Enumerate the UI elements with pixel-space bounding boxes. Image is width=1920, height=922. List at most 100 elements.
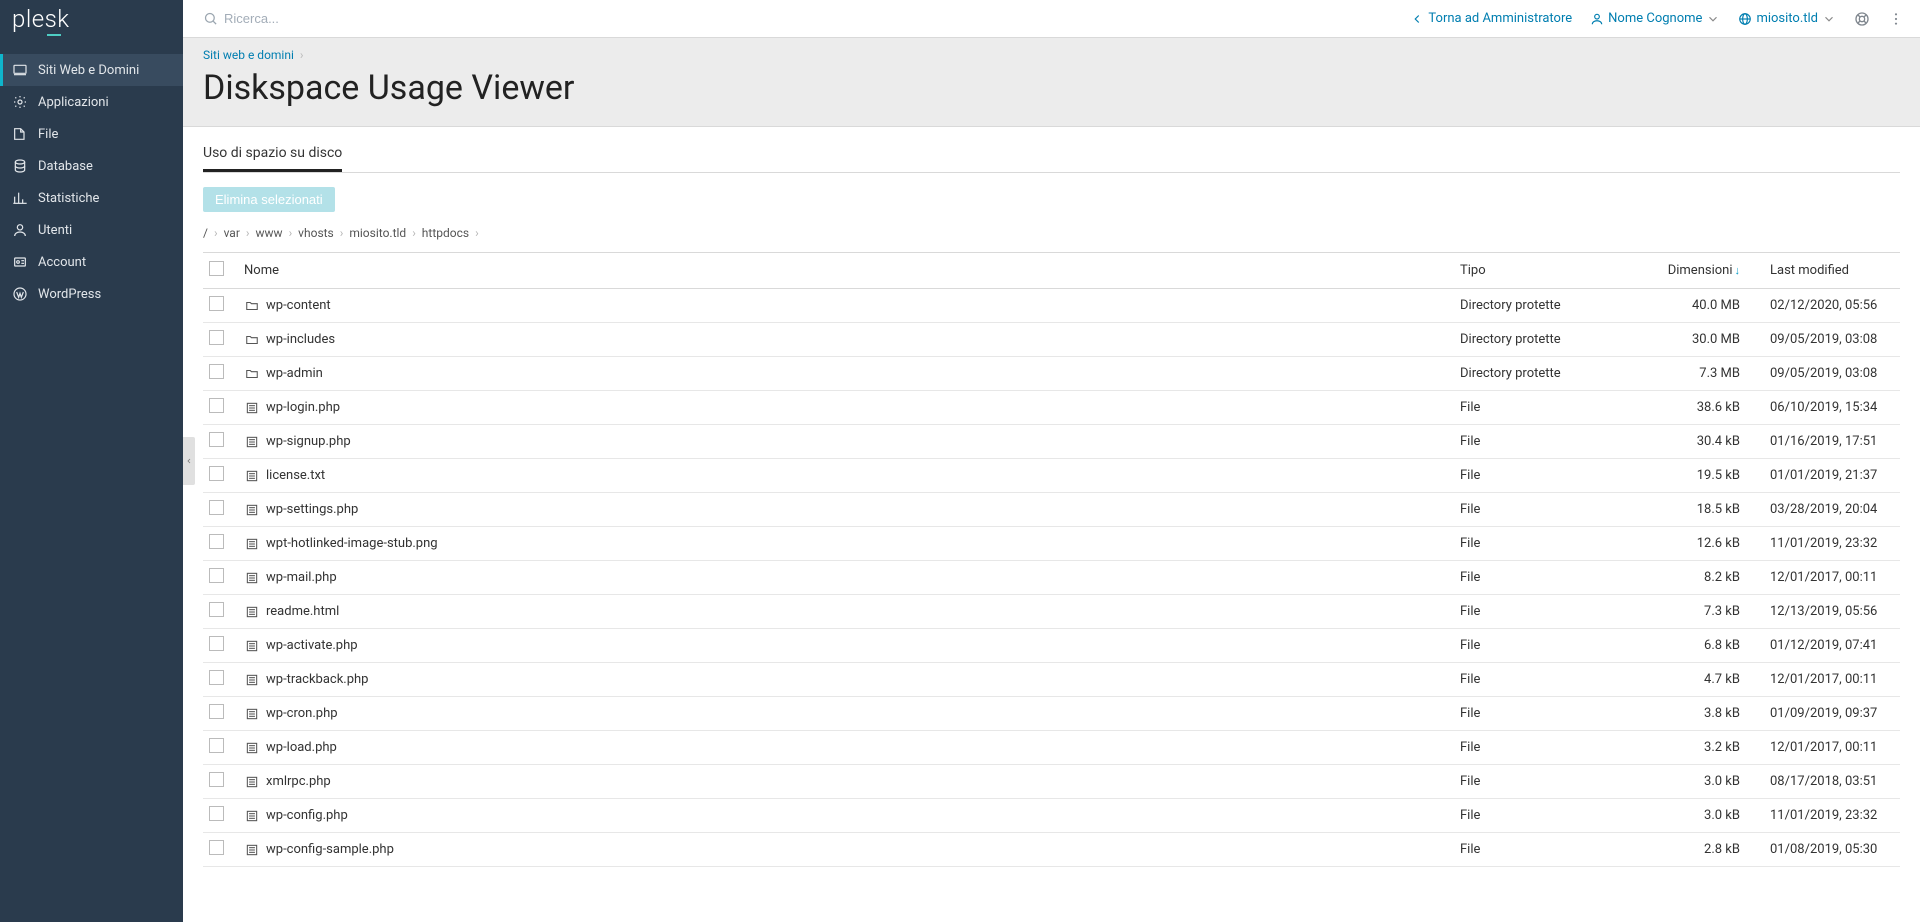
site-name-label: miosito.tld <box>1756 11 1818 26</box>
col-header-size[interactable]: Dimensioni↓ <box>1650 253 1760 289</box>
path-segment[interactable]: / <box>203 226 208 240</box>
sidebar-item-db[interactable]: Database <box>0 150 183 182</box>
file-icon <box>244 843 260 857</box>
row-size: 6.8 kB <box>1650 629 1760 663</box>
file-icon <box>244 673 260 687</box>
row-checkbox[interactable] <box>209 364 224 379</box>
back-to-admin-link[interactable]: Torna ad Amministratore <box>1410 11 1572 26</box>
tab-diskspace[interactable]: Uso di spazio su disco <box>203 145 342 172</box>
row-name[interactable]: license.txt <box>244 468 1440 483</box>
row-name[interactable]: wpt-hotlinked-image-stub.png <box>244 536 1440 551</box>
row-name[interactable]: wp-config-sample.php <box>244 842 1440 857</box>
row-name[interactable]: wp-settings.php <box>244 502 1440 517</box>
file-icon <box>244 571 260 585</box>
row-name[interactable]: wp-cron.php <box>244 706 1440 721</box>
sidebar-item-users[interactable]: Utenti <box>0 214 183 246</box>
path-segment[interactable]: httpdocs <box>422 226 469 240</box>
row-name-text: wp-config.php <box>266 808 348 823</box>
file-icon <box>244 537 260 551</box>
row-name[interactable]: wp-trackback.php <box>244 672 1440 687</box>
sidebar-collapse-handle[interactable] <box>183 437 195 485</box>
path-segment[interactable]: var <box>224 226 240 240</box>
col-header-type[interactable]: Tipo <box>1450 253 1650 289</box>
row-name[interactable]: wp-admin <box>244 366 1440 381</box>
table-row: wpt-hotlinked-image-stub.pngFile12.6 kB1… <box>203 527 1900 561</box>
row-name[interactable]: wp-login.php <box>244 400 1440 415</box>
row-size: 40.0 MB <box>1650 289 1760 323</box>
select-all-checkbox[interactable] <box>209 261 224 276</box>
folder-icon <box>244 299 260 313</box>
table-row: readme.htmlFile7.3 kB12/13/2019, 05:56 <box>203 595 1900 629</box>
sidebar-item-apps[interactable]: Applicazioni <box>0 86 183 118</box>
users-icon <box>12 222 28 238</box>
brand-logo[interactable]: plesk <box>0 0 183 38</box>
sidebar-item-websites[interactable]: Siti Web e Domini <box>0 54 183 86</box>
table-row: wp-config-sample.phpFile2.8 kB01/08/2019… <box>203 833 1900 867</box>
row-checkbox[interactable] <box>209 330 224 345</box>
col-header-name[interactable]: Nome <box>234 253 1450 289</box>
row-size: 3.2 kB <box>1650 731 1760 765</box>
row-checkbox[interactable] <box>209 568 224 583</box>
sidebar-item-stats[interactable]: Statistiche <box>0 182 183 214</box>
kebab-menu-icon[interactable] <box>1888 11 1904 27</box>
row-name-text: wp-mail.php <box>266 570 337 585</box>
row-name[interactable]: wp-content <box>244 298 1440 313</box>
row-name[interactable]: wp-activate.php <box>244 638 1440 653</box>
db-icon <box>12 158 28 174</box>
row-checkbox[interactable] <box>209 738 224 753</box>
sidebar-item-label: WordPress <box>38 287 101 302</box>
file-icon <box>12 126 28 142</box>
row-modified: 01/12/2019, 07:41 <box>1760 629 1900 663</box>
account-icon <box>12 254 28 270</box>
row-name[interactable]: wp-load.php <box>244 740 1440 755</box>
row-checkbox[interactable] <box>209 432 224 447</box>
row-name[interactable]: xmlrpc.php <box>244 774 1440 789</box>
row-checkbox[interactable] <box>209 806 224 821</box>
path-sep: › <box>214 226 218 240</box>
help-icon[interactable] <box>1854 11 1870 27</box>
row-name[interactable]: wp-signup.php <box>244 434 1440 449</box>
row-size: 7.3 kB <box>1650 595 1760 629</box>
row-checkbox[interactable] <box>209 670 224 685</box>
row-modified: 06/10/2019, 15:34 <box>1760 391 1900 425</box>
row-name[interactable]: wp-mail.php <box>244 570 1440 585</box>
row-checkbox[interactable] <box>209 296 224 311</box>
col-header-modified[interactable]: Last modified <box>1760 253 1900 289</box>
path-breadcrumbs: /›var›www›vhosts›miosito.tld›httpdocs› <box>203 226 1900 240</box>
delete-selected-button[interactable]: Elimina selezionati <box>203 187 335 212</box>
row-checkbox[interactable] <box>209 636 224 651</box>
row-checkbox[interactable] <box>209 534 224 549</box>
row-checkbox[interactable] <box>209 500 224 515</box>
table-row: wp-mail.phpFile8.2 kB12/01/2017, 00:11 <box>203 561 1900 595</box>
row-type: File <box>1450 833 1650 867</box>
path-segment[interactable]: vhosts <box>298 226 334 240</box>
sidebar-item-label: Utenti <box>38 223 72 238</box>
breadcrumb-link[interactable]: Siti web e domini <box>203 48 294 62</box>
row-type: File <box>1450 629 1650 663</box>
sidebar-item-file[interactable]: File <box>0 118 183 150</box>
row-name[interactable]: readme.html <box>244 604 1440 619</box>
sidebar-item-wp[interactable]: WordPress <box>0 278 183 310</box>
row-checkbox[interactable] <box>209 398 224 413</box>
row-checkbox[interactable] <box>209 466 224 481</box>
table-row: license.txtFile19.5 kB01/01/2019, 21:37 <box>203 459 1900 493</box>
row-name[interactable]: wp-includes <box>244 332 1440 347</box>
topbar-links: Torna ad Amministratore Nome Cognome mio… <box>1410 11 1912 27</box>
chevron-left-icon <box>1410 12 1424 26</box>
row-checkbox[interactable] <box>209 840 224 855</box>
row-name[interactable]: wp-config.php <box>244 808 1440 823</box>
row-modified: 08/17/2018, 03:51 <box>1760 765 1900 799</box>
row-checkbox[interactable] <box>209 772 224 787</box>
row-modified: 01/08/2019, 05:30 <box>1760 833 1900 867</box>
row-checkbox[interactable] <box>209 704 224 719</box>
row-name-text: wp-activate.php <box>266 638 358 653</box>
path-segment[interactable]: miosito.tld <box>349 226 406 240</box>
search-input[interactable] <box>224 11 464 26</box>
sidebar-item-account[interactable]: Account <box>0 246 183 278</box>
row-type: File <box>1450 731 1650 765</box>
site-menu[interactable]: miosito.tld <box>1738 11 1836 26</box>
path-segment[interactable]: www <box>256 226 283 240</box>
user-menu[interactable]: Nome Cognome <box>1590 11 1720 26</box>
row-checkbox[interactable] <box>209 602 224 617</box>
row-modified: 01/09/2019, 09:37 <box>1760 697 1900 731</box>
